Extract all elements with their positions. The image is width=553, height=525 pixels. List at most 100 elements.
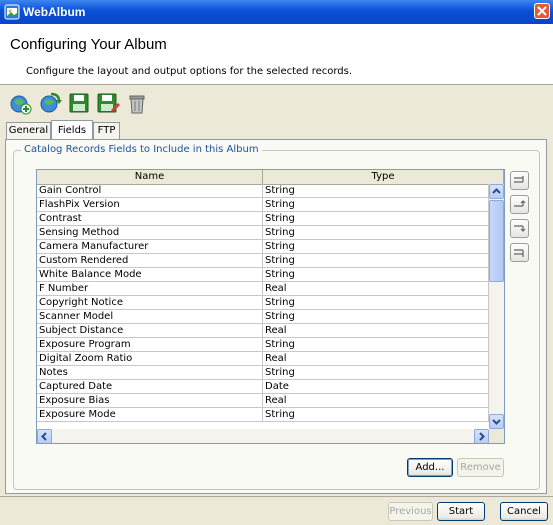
cell-name: Gain Control (37, 184, 263, 198)
table-row[interactable]: Custom Rendered String (37, 254, 489, 268)
cell-name: Digital Zoom Ratio (37, 352, 263, 366)
scroll-corner (489, 429, 504, 443)
cell-type: String (263, 198, 489, 212)
table-row[interactable]: Camera Manufacturer String (37, 240, 489, 254)
cell-type: Real (263, 282, 489, 296)
title-bar: WebAlbum (0, 0, 553, 24)
add-page-icon (10, 95, 32, 115)
cell-name: Camera Manufacturer (37, 240, 263, 254)
cell-name: F Number (37, 282, 263, 296)
cell-type: String (263, 254, 489, 268)
table-row[interactable]: FlashPix Version String (37, 198, 489, 212)
scroll-down-button[interactable] (489, 414, 504, 429)
table-row[interactable]: Captured Date Date (37, 380, 489, 394)
table-row[interactable]: White Balance Mode String (37, 268, 489, 282)
cell-type: String (263, 240, 489, 254)
cell-name: Notes (37, 366, 263, 380)
fields-table[interactable]: Name Type Gain Control String FlashPix Ver… (36, 169, 505, 444)
trash-icon (129, 95, 145, 114)
webalbum-app-icon (4, 4, 20, 20)
column-header-type[interactable]: Type (263, 170, 504, 184)
tab-fields[interactable]: Fields (51, 120, 93, 139)
cell-name: Subject Distance (37, 324, 263, 338)
chevron-up-icon (492, 188, 501, 194)
cell-name: Captured Date (37, 380, 263, 394)
column-header-name[interactable]: Name (37, 170, 263, 184)
delete-button[interactable] (124, 90, 150, 116)
page-subtitle: Configure the layout and output options … (26, 66, 353, 77)
table-row[interactable]: Subject Distance Real (37, 324, 489, 338)
scroll-right-button[interactable] (474, 429, 489, 443)
cell-type: String (263, 310, 489, 324)
cancel-button[interactable]: Cancel (500, 502, 548, 521)
table-row[interactable]: Notes String (37, 366, 489, 380)
move-top-icon (514, 176, 524, 183)
save-icon (69, 93, 89, 113)
cell-type: String (263, 226, 489, 240)
cell-name: Custom Rendered (37, 254, 263, 268)
header-divider (0, 84, 553, 85)
cell-type: String (263, 296, 489, 310)
cell-type: Real (263, 352, 489, 366)
add-page-button[interactable] (8, 90, 34, 116)
close-icon (537, 6, 547, 16)
tab-ftp[interactable]: FTP (93, 122, 120, 139)
window-title: WebAlbum (23, 5, 86, 19)
close-button[interactable] (534, 3, 550, 19)
cell-type: String (263, 268, 489, 282)
chevron-left-icon (41, 432, 47, 441)
move-up-button[interactable] (510, 195, 529, 214)
move-up-icon (514, 200, 526, 207)
horizontal-scrollbar[interactable] (37, 429, 489, 443)
vertical-scroll-thumb[interactable] (489, 200, 504, 282)
cell-type: String (263, 408, 489, 422)
start-button[interactable]: Start (437, 502, 485, 521)
move-down-button[interactable] (510, 219, 529, 238)
footer-divider (0, 496, 553, 497)
group-title: Catalog Records Fields to Include in thi… (21, 144, 262, 155)
cell-type: Real (263, 394, 489, 408)
table-row[interactable]: Contrast String (37, 212, 489, 226)
save-button[interactable] (66, 90, 92, 116)
cell-type: String (263, 366, 489, 380)
vertical-scrollbar[interactable] (489, 184, 504, 429)
page-title: Configuring Your Album (10, 36, 167, 53)
cell-name: White Balance Mode (37, 268, 263, 282)
move-down-icon (514, 225, 526, 232)
scroll-left-button[interactable] (37, 429, 52, 443)
refresh-button[interactable] (37, 90, 63, 116)
chevron-right-icon (479, 432, 485, 441)
cell-type: Date (263, 380, 489, 394)
move-bottom-button[interactable] (510, 243, 529, 262)
table-row[interactable]: Exposure Mode String (37, 408, 489, 422)
table-header: Name Type (37, 170, 504, 185)
wizard-header: Configuring Your Album Configure the lay… (0, 24, 553, 84)
save-as-icon (97, 93, 120, 113)
table-row[interactable]: Scanner Model String (37, 310, 489, 324)
table-row[interactable]: Exposure Program String (37, 338, 489, 352)
tab-general[interactable]: General (6, 122, 51, 139)
table-row[interactable]: Sensing Method String (37, 226, 489, 240)
cell-name: Sensing Method (37, 226, 263, 240)
cell-name: Copyright Notice (37, 296, 263, 310)
cell-name: Exposure Bias (37, 394, 263, 408)
cell-type: String (263, 338, 489, 352)
cell-name: Exposure Mode (37, 408, 263, 422)
table-row[interactable]: Gain Control String (37, 184, 489, 198)
save-as-button[interactable] (95, 90, 121, 116)
previous-button[interactable]: Previous (388, 502, 433, 521)
cell-type: String (263, 212, 489, 226)
table-row[interactable]: Copyright Notice String (37, 296, 489, 310)
cell-name: FlashPix Version (37, 198, 263, 212)
add-button[interactable]: Add... (407, 458, 453, 477)
move-top-button[interactable] (510, 171, 529, 190)
table-row[interactable]: Exposure Bias Real (37, 394, 489, 408)
remove-button[interactable]: Remove (457, 458, 504, 477)
scroll-up-button[interactable] (489, 184, 504, 199)
table-row[interactable]: Digital Zoom Ratio Real (37, 352, 489, 366)
cell-type: Real (263, 324, 489, 338)
table-row[interactable]: F Number Real (37, 282, 489, 296)
move-bottom-icon (514, 249, 524, 257)
cell-name: Contrast (37, 212, 263, 226)
chevron-down-icon (492, 419, 501, 425)
